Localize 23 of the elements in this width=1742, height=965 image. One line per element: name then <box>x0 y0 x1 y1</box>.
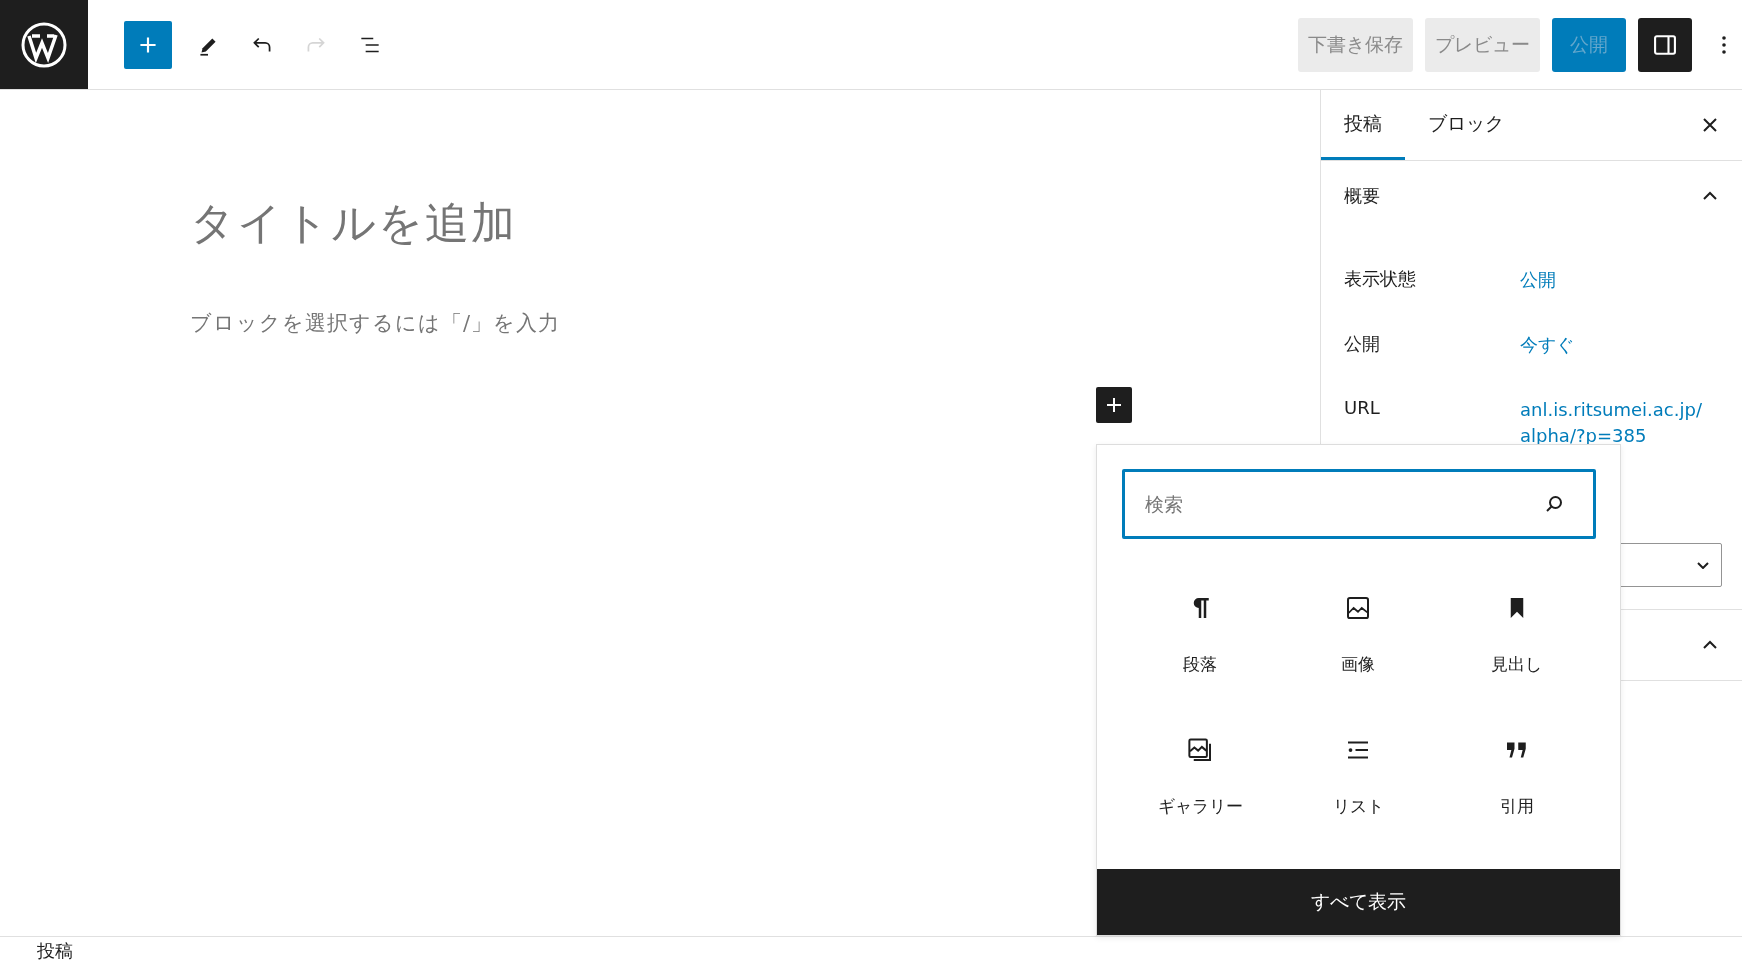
block-item[interactable]: リスト <box>1279 721 1438 841</box>
show-all-button[interactable]: すべて表示 <box>1097 869 1620 935</box>
chevron-down-icon <box>1697 561 1709 569</box>
add-block-button[interactable] <box>1096 387 1132 423</box>
sidebar-tab[interactable]: ブロック <box>1405 90 1527 160</box>
search-field[interactable]: 検索 <box>1122 469 1596 539</box>
row-value-link[interactable]: 公開 <box>1520 267 1710 294</box>
block-item[interactable]: ギャラリー <box>1121 721 1280 841</box>
settings-toggle-button[interactable] <box>1638 17 1692 72</box>
title-placeholder[interactable]: タイトルを追加 <box>190 194 517 253</box>
paragraph-placeholder[interactable]: ブロックを選択するには「/」を入力 <box>190 309 561 337</box>
row-label: 表示状態 <box>1344 267 1417 291</box>
block-item[interactable]: 見出し <box>1437 579 1596 699</box>
sidebar-tab[interactable]: 投稿 <box>1321 90 1405 160</box>
row-label: URL <box>1344 397 1381 418</box>
row-value-link[interactable]: 今すぐ <box>1520 332 1710 359</box>
wordpress-logo[interactable] <box>0 0 88 89</box>
breadcrumb-link[interactable]: 投稿 <box>37 939 73 963</box>
row-label: 公開 <box>1344 332 1381 356</box>
panel-title[interactable]: 概要 <box>1344 184 1380 208</box>
block-item[interactable]: 画像 <box>1279 579 1438 699</box>
block-item[interactable]: 引用 <box>1437 721 1596 841</box>
block-item[interactable]: 段落 <box>1121 579 1280 699</box>
